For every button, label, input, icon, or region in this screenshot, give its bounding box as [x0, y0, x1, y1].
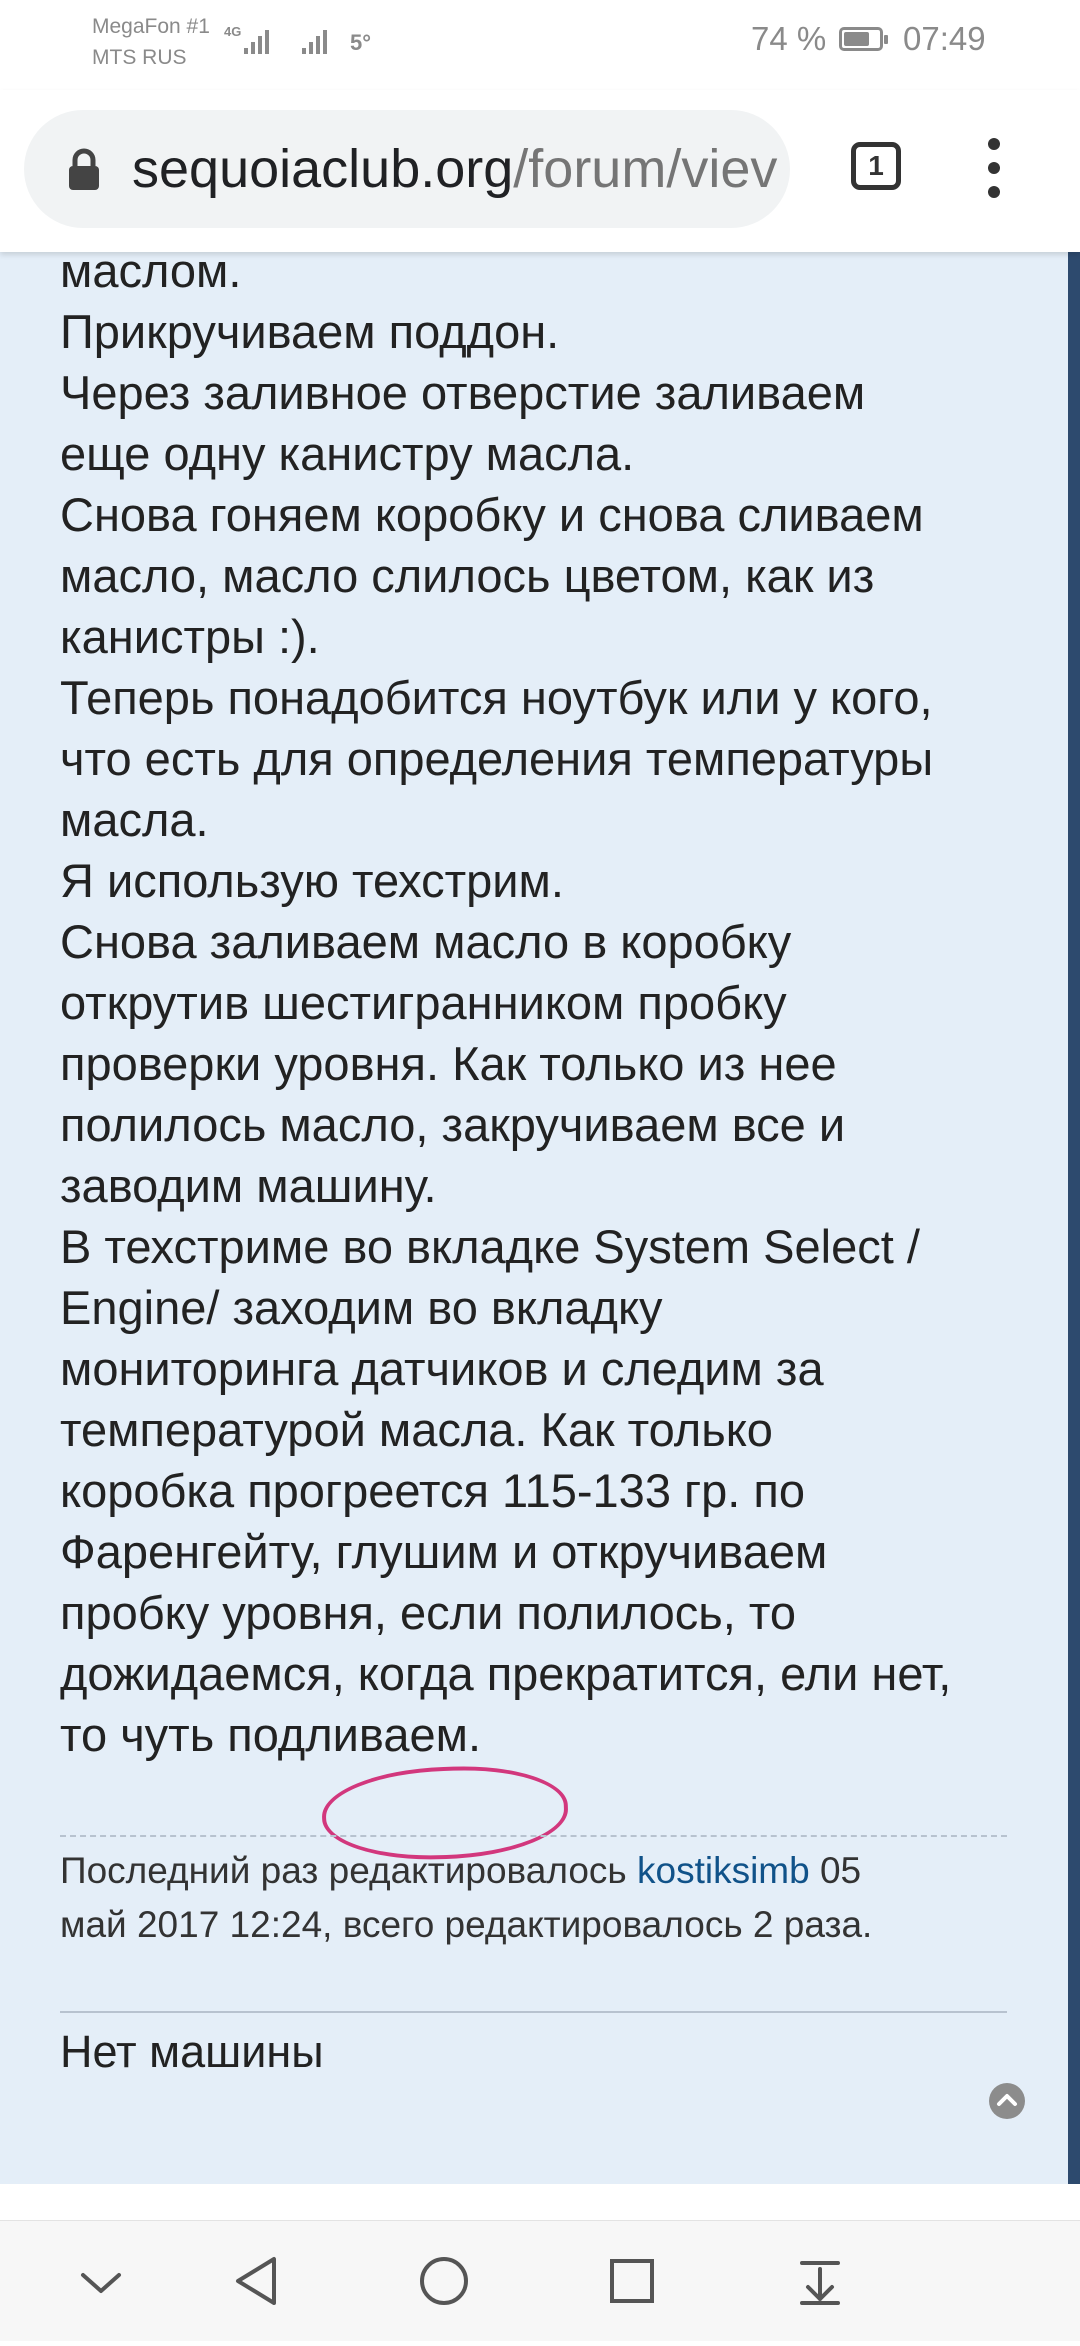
post-line: коробка прогреется 115-133 гр. по: [60, 1464, 806, 1517]
network-type: 4G: [224, 24, 241, 39]
temperature: 5°: [350, 30, 372, 55]
post-line: Фаренгейту, глушим и откручиваем: [60, 1525, 828, 1578]
post-line: Через заливное отверстие заливаем: [60, 366, 866, 419]
recents-icon[interactable]: [572, 2221, 692, 2341]
url-path: /forum/viev: [513, 139, 778, 199]
edit-note-prefix: Последний раз редактировалось: [60, 1850, 627, 1891]
navigation-bar: [0, 2220, 1080, 2341]
signature: Нет машины: [60, 2026, 324, 2077]
post-body: маслом. Прикручиваем поддон. Через заливно…: [60, 252, 1020, 1765]
post-line: полилось масло, закручиваем все и: [60, 1098, 846, 1151]
tab-switcher-icon[interactable]: 1: [851, 142, 901, 190]
clock: 07:49: [903, 20, 986, 57]
url-text[interactable]: sequoiaclub.org/forum/viev: [132, 138, 777, 200]
divider: [60, 1835, 1007, 1837]
carrier-1: MegaFon #1: [92, 15, 210, 38]
post-line: мониторинга датчиков и следим за: [60, 1342, 824, 1395]
post-line: Я использую техстрим.: [60, 854, 564, 907]
post-line: еще одну канистру масла.: [60, 427, 635, 480]
back-to-top-icon[interactable]: [989, 2083, 1025, 2119]
battery-icon: [839, 27, 888, 51]
chevron-down-icon[interactable]: [41, 2221, 161, 2341]
post-line: канистры :).: [60, 610, 320, 663]
page-bottom-gap: [0, 2184, 1080, 2220]
scrollbar[interactable]: [1068, 252, 1080, 2184]
lock-icon[interactable]: [66, 148, 102, 192]
signature-divider: [60, 2011, 1007, 2013]
post-line: Engine/ заходим во вкладку: [60, 1281, 663, 1334]
carrier-2: MTS RUS: [92, 46, 187, 69]
post-line: маслом.: [60, 252, 242, 297]
post-line: Снова гоняем коробку и снова сливаем: [60, 488, 924, 541]
post-line: проверки уровня. Как только из нее: [60, 1037, 837, 1090]
home-icon[interactable]: [384, 2221, 504, 2341]
post-line: что есть для определения температуры: [60, 732, 934, 785]
url-bar[interactable]: sequoiaclub.org/forum/viev: [24, 110, 790, 228]
signal-icon-2: [302, 30, 327, 54]
post-line: температурой масла. Как только: [60, 1403, 773, 1456]
post-line: пробку уровня, если полилось, то: [60, 1586, 796, 1639]
post-line: Снова заливаем масло в коробку: [60, 915, 792, 968]
signal-icon: 4G: [224, 24, 269, 54]
post-line: Прикручиваем поддон.: [60, 305, 560, 358]
post-line: заводим машину.: [60, 1159, 437, 1212]
download-icon[interactable]: [760, 2221, 880, 2341]
url-domain: sequoiaclub.org: [132, 139, 514, 199]
post-line: дожидаемся, когда прекратится, ели нет,: [60, 1647, 952, 1700]
overflow-menu-icon[interactable]: [982, 138, 1006, 198]
post-line: Теперь понадобится ноутбук или у кого,: [60, 671, 933, 724]
browser-toolbar: sequoiaclub.org/forum/viev 1: [0, 90, 1080, 252]
back-icon[interactable]: [196, 2221, 316, 2341]
post-line: открутив шестигранником пробку: [60, 976, 787, 1029]
edit-note-line2: май 2017 12:24, всего редактировалось 2 …: [60, 1904, 873, 1945]
battery-percent: 74 %: [751, 20, 827, 57]
edit-note: Последний раз редактировалось kostiksimb…: [60, 1844, 1020, 1952]
edit-note-date: 05: [819, 1850, 862, 1891]
post-line: масло, масло слилось цветом, как из: [60, 549, 875, 602]
post-line: В техстриме во вкладке System Select /: [60, 1220, 920, 1273]
post-line: масла.: [60, 793, 209, 846]
forum-post: маслом. Прикручиваем поддон. Через заливно…: [0, 252, 1068, 2184]
status-bar: MegaFon #1 MTS RUS 4G 5° 74 % 07:49: [0, 0, 1080, 90]
edit-note-username[interactable]: kostiksimb: [637, 1850, 810, 1891]
post-line: то чуть подливаем.: [60, 1708, 482, 1761]
